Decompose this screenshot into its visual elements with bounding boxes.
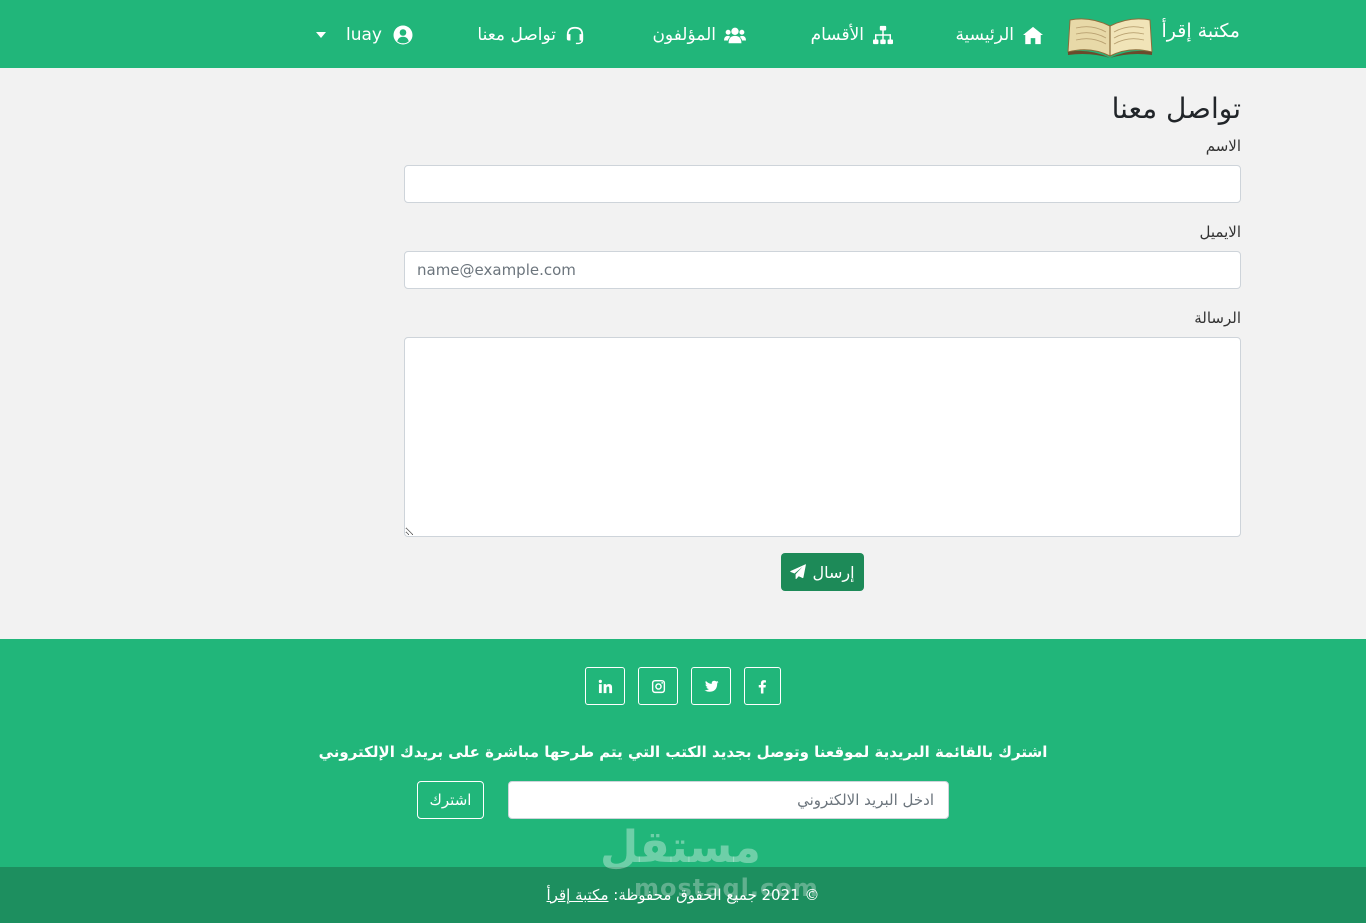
email-input[interactable] (404, 251, 1241, 289)
facebook-link[interactable] (744, 667, 781, 705)
copyright-text: © 2021 جميع الحقوق محفوظة: مكتبة إقرأ (0, 886, 1366, 904)
nav-home[interactable]: الرئيسية (955, 20, 1044, 50)
nav-categories[interactable]: الأقسام (811, 20, 894, 50)
user-name: luay (346, 25, 382, 45)
headset-icon (566, 26, 584, 45)
send-button-label: إرسال (812, 562, 855, 582)
caret-down-icon[interactable] (316, 32, 326, 38)
name-input[interactable] (404, 165, 1241, 203)
message-label: الرسالة (1194, 309, 1241, 327)
nav-contact[interactable]: تواصل معنا (477, 20, 586, 50)
send-button[interactable]: إرسال (781, 553, 864, 591)
sitemap-icon (873, 25, 893, 45)
copyright-bar: © 2021 جميع الحقوق محفوظة: مكتبة إقرأ (0, 867, 1366, 923)
subscribe-email-input[interactable] (508, 781, 949, 819)
users-icon (724, 27, 746, 44)
nav-contact-label: تواصل معنا (477, 25, 556, 45)
footer: اشترك بالقائمة البريدية لموقعنا وتوصل بج… (0, 639, 1366, 867)
instagram-icon (651, 679, 665, 693)
book-logo-icon (1066, 18, 1153, 58)
email-label: الايميل (1199, 223, 1241, 241)
contact-section: تواصل معنا الاسم الايميل الرسالة إرسال (0, 68, 1366, 639)
navbar: مكتبة إقرأ الرئيسية الأقسام المؤلفون توا… (0, 0, 1366, 68)
user-circle-icon (393, 25, 413, 45)
nav-categories-label: الأقسام (810, 25, 864, 45)
nav-authors[interactable]: المؤلفون (652, 20, 746, 50)
page-title: تواصل معنا (1111, 92, 1241, 125)
subscribe-text: اشترك بالقائمة البريدية لموقعنا وتوصل بج… (318, 743, 1048, 761)
linkedin-icon (598, 679, 612, 693)
nav-authors-label: المؤلفون (652, 25, 716, 45)
subscribe-button[interactable]: اشترك (417, 781, 484, 819)
twitter-link[interactable] (691, 667, 731, 705)
linkedin-link[interactable] (585, 667, 625, 705)
brand-name: مكتبة إقرأ (1161, 20, 1241, 42)
name-label: الاسم (1205, 137, 1241, 155)
message-textarea[interactable] (404, 337, 1241, 537)
facebook-icon (758, 679, 766, 694)
copyright-prefix: © 2021 جميع الحقوق محفوظة: (613, 886, 820, 904)
user-menu[interactable]: luay (316, 20, 414, 50)
home-icon (1023, 26, 1043, 45)
paper-plane-icon (790, 564, 807, 580)
twitter-icon (703, 680, 719, 692)
brand[interactable]: مكتبة إقرأ (1066, 10, 1241, 60)
copyright-link[interactable]: مكتبة إقرأ (547, 886, 609, 904)
nav-home-label: الرئيسية (955, 25, 1014, 45)
instagram-link[interactable] (638, 667, 678, 705)
social-links (585, 667, 781, 705)
